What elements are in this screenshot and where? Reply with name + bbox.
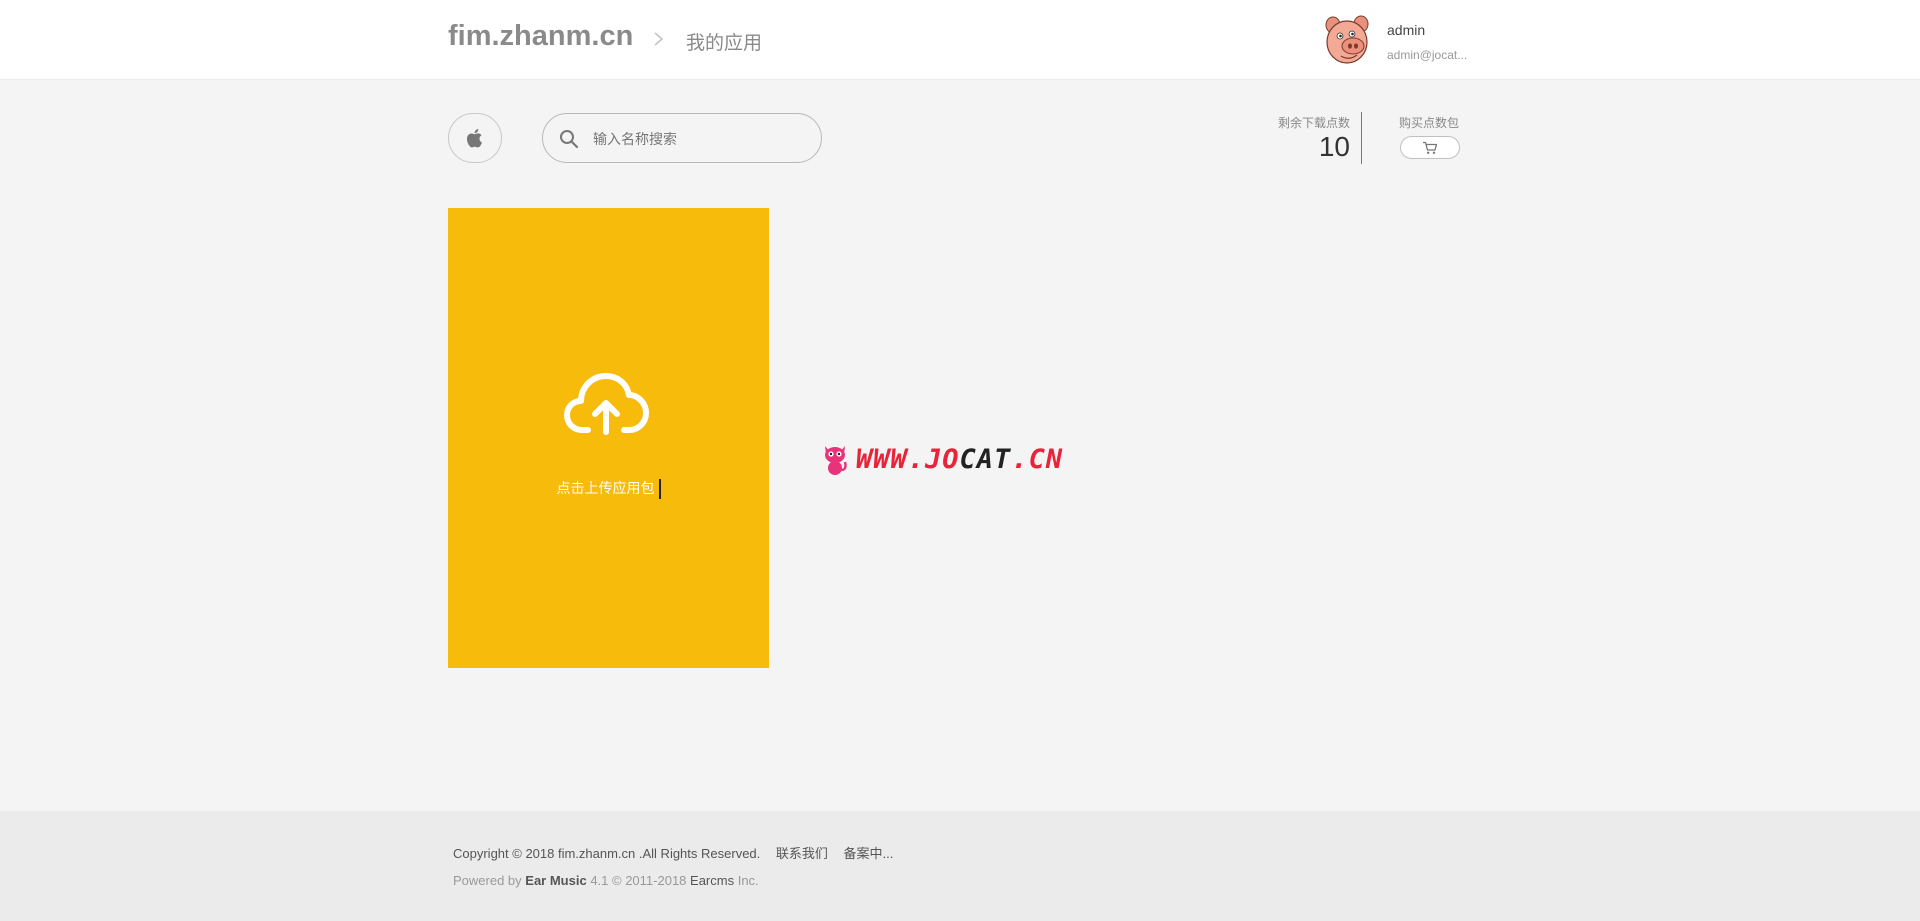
page-footer: Copyright © 2018 fim.zhanm.cn .All Right… <box>0 811 1920 921</box>
copyright-text: Copyright © 2018 fim.zhanm.cn .All Right… <box>453 846 761 861</box>
version-text: 4.1 © 2011-2018 <box>590 873 687 888</box>
user-email: admin@jocat... <box>1387 48 1468 62</box>
search-box <box>542 113 822 163</box>
platform-filter-button[interactable] <box>448 113 502 163</box>
cart-icon <box>1423 141 1438 154</box>
remaining-points-label: 剩余下载点数 <box>1277 116 1350 130</box>
remaining-points-value: 10 <box>1318 131 1350 162</box>
chevron-right-icon <box>654 32 664 46</box>
ear-music-link[interactable]: Ear Music <box>525 873 586 888</box>
footer-powered-row: Powered by Ear Music 4.1 © 2011-2018 Ear… <box>453 873 759 888</box>
icp-link[interactable]: 备案中... <box>844 846 894 861</box>
apple-icon <box>466 129 482 148</box>
user-name[interactable]: admin <box>1387 22 1425 38</box>
upload-label-row: 点击上传应用包 <box>448 478 769 500</box>
top-header: fim.zhanm.cn 我的应用 admin admin@jocat... <box>0 0 1920 80</box>
divider <box>1361 112 1362 164</box>
footer-copyright-row: Copyright © 2018 fim.zhanm.cn .All Right… <box>453 843 893 862</box>
watermark: WWW.JOCAT.CN <box>822 441 1063 477</box>
breadcrumb-current: 我的应用 <box>686 33 763 54</box>
upload-app-card[interactable]: 点击上传应用包 <box>448 208 769 668</box>
cloud-upload-icon <box>564 373 649 435</box>
site-brand-link[interactable]: fim.zhanm.cn <box>448 20 633 53</box>
upload-label: 点击上传应用包 <box>556 480 655 496</box>
company-suffix: Inc. <box>737 873 759 888</box>
cat-logo-icon <box>825 446 847 475</box>
powered-by-text: Powered by <box>453 873 522 888</box>
text-cursor <box>658 479 661 500</box>
search-input[interactable] <box>593 126 803 152</box>
earcms-link[interactable]: Earcms <box>690 873 734 888</box>
buy-points-button[interactable] <box>1400 136 1460 159</box>
search-icon[interactable] <box>559 129 579 149</box>
contact-us-link[interactable]: 联系我们 <box>776 846 828 861</box>
watermark-text: WWW.JOCAT.CN <box>856 443 1064 475</box>
pig-avatar-icon[interactable] <box>1323 15 1371 67</box>
buy-points-label: 购买点数包 <box>1399 116 1460 130</box>
